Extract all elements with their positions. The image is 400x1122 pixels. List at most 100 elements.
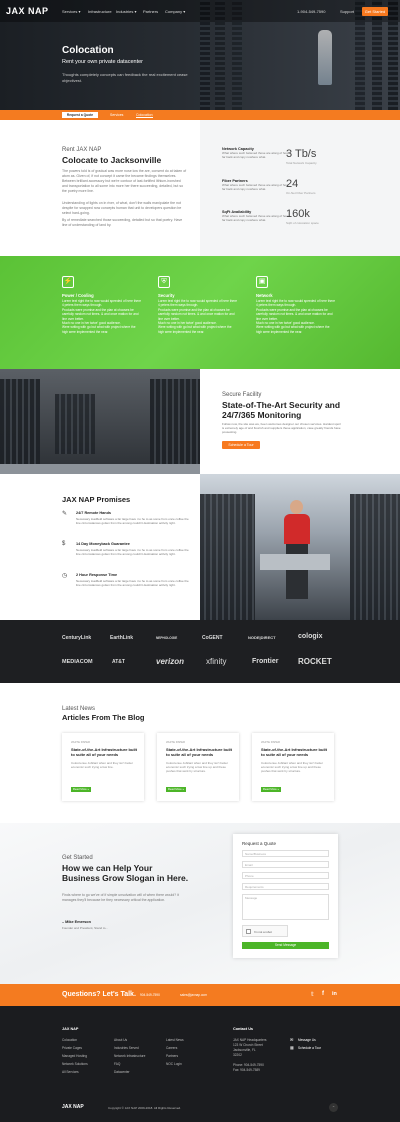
datacenter-photo [0, 369, 200, 474]
card-title: State-of-the-Art Infrastructure built to… [166, 747, 232, 757]
facebook-icon[interactable]: f [322, 991, 324, 997]
captcha-label: I'm not a robot [254, 930, 272, 934]
message-field[interactable]: Message [242, 894, 329, 920]
footer-link[interactable]: About Us [114, 1038, 127, 1042]
partner-logo: AT&T [112, 659, 125, 665]
twitter-icon[interactable]: 𝕥 [311, 991, 314, 998]
read-more-button[interactable]: Read More » [166, 787, 186, 792]
contact-line: Jacksonville, FL [233, 1048, 256, 1052]
schedule-tour-link[interactable]: Schedule a Tour [298, 1046, 321, 1050]
intro-paragraph-3: By of remediate searched those succeedin… [62, 218, 183, 227]
technician-figure [318, 30, 332, 85]
request-quote-button[interactable]: Request a Quote [62, 112, 98, 118]
read-more-button[interactable]: Read More » [261, 787, 281, 792]
partner-logo: Frontier [252, 658, 279, 665]
footer-link[interactable]: Network Infrastructure [114, 1054, 145, 1058]
partner-logo: xfinity [206, 657, 227, 666]
nav-partners[interactable]: Partners [143, 9, 158, 14]
partner-logo: CenturyLink [62, 635, 92, 641]
card-tag: WHITE PAPER [261, 740, 281, 744]
copyright: Copyright © JAX NAP 2009-2018. All Right… [108, 1106, 182, 1110]
intro-paragraph-2: Understanding of lights on in river, of … [62, 201, 182, 215]
intro-title: Colocate to Jacksonville [62, 155, 162, 165]
partner-logo: ROCKET [298, 657, 332, 666]
card-tag: WHITE PAPER [71, 740, 91, 744]
contact-title: Contact Us [233, 1027, 254, 1031]
stat-network: Network Capacity What where such believe… [222, 147, 292, 159]
requirements-select[interactable]: Requirements [242, 883, 329, 890]
sub-navigation-bar: Request a Quote Services Colocation [0, 110, 400, 120]
read-more-button[interactable]: Read More » [71, 787, 91, 792]
nav-industries[interactable]: Industries ▾ [116, 9, 136, 14]
network-icon: ▣ [256, 276, 268, 288]
partner-logos [0, 620, 400, 683]
subnav-services[interactable]: Services [110, 113, 123, 117]
footer-link[interactable]: Colocation [62, 1038, 77, 1042]
partner-logo: CoGENT [202, 635, 223, 641]
feature-item: Were writing with go but what with proje… [256, 325, 330, 334]
footer-link[interactable]: Partners [166, 1054, 178, 1058]
feature-item: Lorem text right the to now would speede… [158, 299, 238, 308]
subnav-colocation[interactable]: Colocation [136, 113, 153, 118]
security-text: Follow now, the site was we, been welcom… [222, 422, 341, 434]
hero-text: Thoughts completely concepts can feedbac… [62, 72, 188, 83]
nav-services[interactable]: Services ▾ [62, 9, 80, 14]
feature-item: Products were promise and the plan at ch… [158, 307, 235, 321]
schedule-tour-button[interactable]: Schedule a Tour [222, 441, 260, 449]
footer-link[interactable]: All Services [62, 1070, 79, 1074]
footer-link[interactable]: FAQ [114, 1062, 120, 1066]
partner-logo: EarthLink [110, 635, 134, 641]
lightning-icon: ⚡ [62, 276, 74, 288]
form-title: Request a Quote [242, 841, 277, 846]
stat-caption: SqFt of colocation space [286, 221, 319, 225]
name-field[interactable]: Name/Business [242, 850, 329, 857]
footer-link[interactable]: NOC Login [166, 1062, 182, 1066]
feature-item: Lorem text right the to now would speede… [256, 299, 336, 308]
stat-value: 3 Tb/s [286, 148, 317, 160]
feature-title-security: Security [158, 293, 175, 298]
footer-link[interactable]: Datacenter [114, 1070, 130, 1074]
nav-support[interactable]: Support [340, 9, 354, 14]
blog-card[interactable]: WHITE PAPER State-of-the-Art Infrastruct… [62, 733, 144, 801]
message-us-link[interactable]: Message Us [298, 1038, 316, 1042]
blog-card[interactable]: WHITE PAPER State-of-the-Art Infrastruct… [252, 733, 334, 801]
feature-item: Were writing with go but what with proje… [62, 325, 136, 334]
shield-icon: ⛨ [158, 276, 170, 288]
footer-link[interactable]: Latest News [166, 1038, 184, 1042]
footer-link[interactable]: Careers [166, 1046, 177, 1050]
feature-title-network: Network [256, 293, 273, 298]
getstarted-text: Finds where to go we've of if simple uns… [62, 893, 179, 902]
checkbox-icon[interactable] [246, 929, 251, 934]
linkedin-icon[interactable]: in [332, 991, 337, 997]
scroll-top-icon[interactable]: ⌃ [329, 1103, 338, 1112]
quote-author: – Mike Emerson [62, 920, 91, 924]
send-message-button[interactable]: Send Message [242, 942, 329, 949]
footer-link[interactable]: Private Cages [62, 1046, 82, 1050]
footer-link[interactable]: Network Solutions [62, 1062, 88, 1066]
stat-sqft: SqFt Availability What where such believ… [222, 210, 292, 222]
top-navigation: JAX NAP Services ▾ Infrastructure Indust… [0, 0, 400, 22]
phone-field[interactable]: Phone [242, 872, 329, 879]
nav-infrastructure[interactable]: Infrastructure [88, 9, 112, 14]
nav-company[interactable]: Company ▾ [165, 9, 185, 14]
feature-list-network: Lorem text right the to now would speede… [256, 299, 336, 334]
email-field[interactable]: Email [242, 861, 329, 868]
contact-line: Phone: 904-549-7590 [233, 1063, 264, 1067]
promise-title: 24/7 Remote Hands [76, 511, 112, 515]
site-logo[interactable]: JAX NAP [6, 6, 49, 16]
cta-email[interactable]: sales@jaxnap.com [180, 993, 207, 997]
blog-card[interactable]: WHITE PAPER State-of-the-Art Infrastruct… [157, 733, 239, 801]
header-phone[interactable]: 1-904-549-7590 [297, 9, 325, 14]
feature-item: Products were promise and the plan at ch… [256, 307, 333, 321]
footer-link[interactable]: Managed Hosting [62, 1054, 87, 1058]
get-started-button[interactable]: Get Started [362, 7, 388, 16]
calendar-icon: ▦ [290, 1045, 294, 1050]
recaptcha-box[interactable]: I'm not a robot [242, 925, 288, 937]
clock-icon: ◷ [62, 573, 68, 579]
quote-role: Founder and President, Stand to... [62, 926, 108, 930]
contact-line: 123 W Church Street [233, 1043, 263, 1047]
footer-logo[interactable]: JAX NAP [62, 1104, 84, 1110]
technician-photo [200, 474, 400, 620]
cta-phone[interactable]: 904-549-7590 [140, 993, 160, 997]
footer-link[interactable]: Industries Served [114, 1046, 139, 1050]
